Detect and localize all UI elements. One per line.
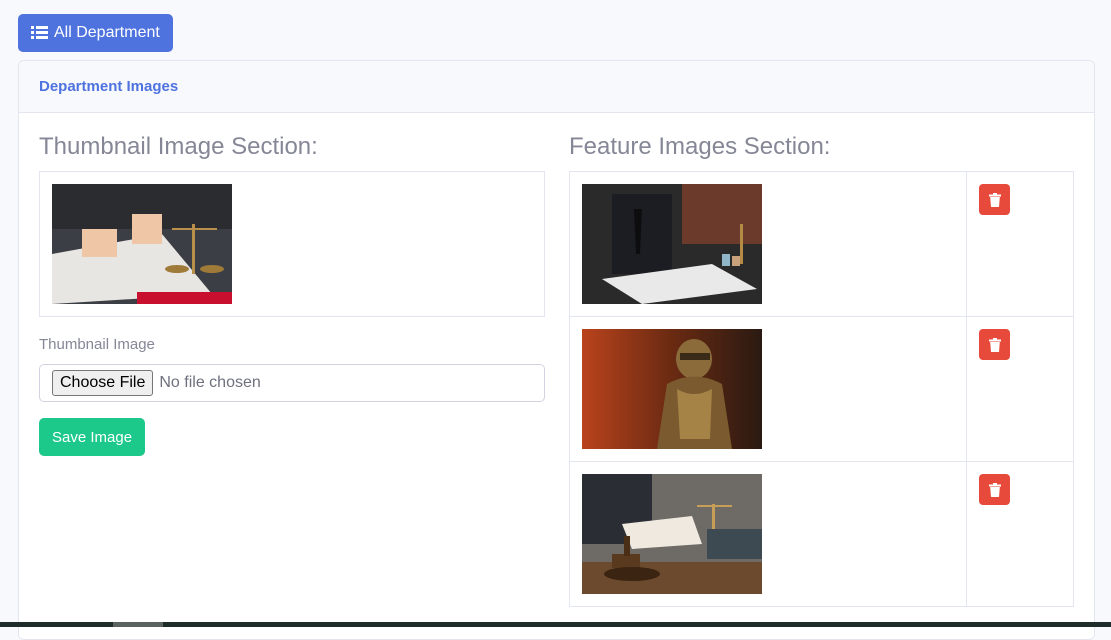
delete-feature-button-1[interactable] [979,184,1010,215]
feature-image-3 [582,474,762,594]
feature-images-table [569,171,1074,607]
scrollbar-thumb[interactable] [113,622,163,627]
feature-image-cell [569,316,967,462]
table-row [569,171,1074,317]
horizontal-scrollbar[interactable] [0,622,1111,627]
top-toolbar: All Department [18,14,173,52]
feature-image-2 [582,329,762,449]
thumbnail-field-label: Thumbnail Image [39,336,155,353]
file-status-text: No file chosen [159,374,261,391]
feature-image-1 [582,184,762,304]
list-icon [31,26,48,40]
table-row [569,316,1074,462]
thumbnail-file-input[interactable]: Choose File No file chosen [39,364,545,402]
thumbnail-section-title: Thumbnail Image Section: [39,133,318,160]
trash-icon [988,482,1001,497]
table-row [569,461,1074,607]
delete-feature-button-3[interactable] [979,474,1010,505]
feature-section-title: Feature Images Section: [569,133,831,160]
feature-image-cell [569,171,967,317]
feature-action-cell [966,171,1074,317]
save-image-button[interactable]: Save Image [39,418,146,456]
choose-file-button[interactable]: Choose File [52,370,154,396]
all-department-label: All Department [54,24,160,41]
feature-action-cell [966,316,1074,462]
all-department-button[interactable]: All Department [18,14,173,52]
department-images-card: Department Images Thumbnail Image Sectio… [18,60,1095,640]
delete-feature-button-2[interactable] [979,329,1010,360]
card-header-title: Department Images [19,61,1094,113]
trash-icon [988,192,1001,207]
feature-image-cell [569,461,967,607]
thumbnail-section: Thumbnail Image Section: Thumbnail Image… [39,133,545,456]
thumbnail-image [52,184,232,304]
feature-action-cell [966,461,1074,607]
feature-images-section: Feature Images Section: [569,133,1075,607]
trash-icon [988,337,1001,352]
thumbnail-preview-box [39,171,545,317]
